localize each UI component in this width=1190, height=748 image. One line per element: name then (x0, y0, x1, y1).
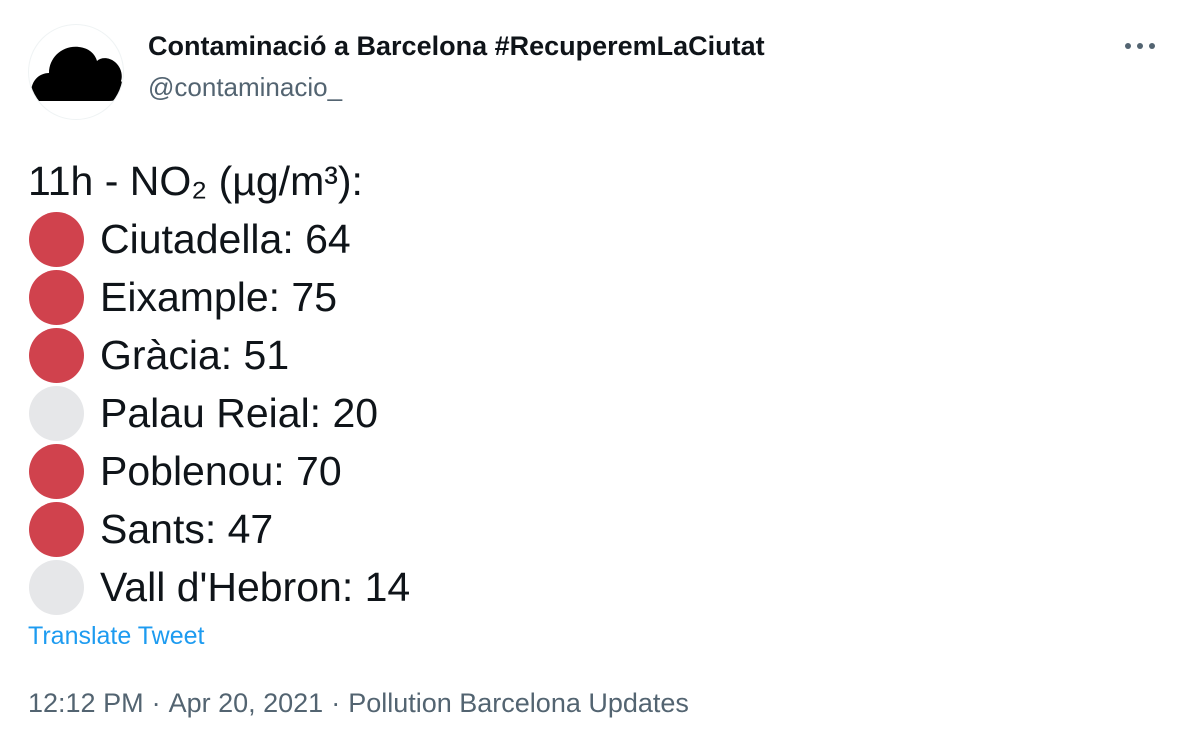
more-horizontal-icon (1125, 43, 1155, 49)
red-circle-icon (29, 211, 84, 267)
station-label: Ciutadella: 64 (100, 216, 351, 262)
black-cloud-icon (31, 46, 123, 101)
white-circle-icon (29, 559, 84, 615)
tweet: Contaminació a Barcelona #RecuperemLaCiu… (0, 0, 1190, 748)
station-label: Palau Reial: 20 (100, 390, 379, 436)
tweet-source-link[interactable]: Pollution Barcelona Updates (348, 688, 689, 718)
red-circle-icon (29, 327, 84, 383)
station-row: Eixample: 75 (28, 268, 410, 326)
tweet-timestamp-date[interactable]: Apr 20, 2021 (169, 688, 324, 718)
white-circle-icon (29, 385, 84, 441)
meta-separator: · (331, 688, 341, 718)
author-display-name[interactable]: Contaminació a Barcelona #RecuperemLaCiu… (148, 31, 765, 62)
station-label: Gràcia: 51 (100, 332, 290, 378)
tweet-heading: 11h - NO₂ (µg/m³): (28, 158, 363, 204)
station-row: Ciutadella: 64 (28, 210, 410, 268)
station-label: Vall d'Hebron: 14 (100, 564, 411, 610)
station-label: Sants: 47 (100, 506, 274, 552)
station-row: Gràcia: 51 (28, 326, 410, 384)
station-row: Sants: 47 (28, 500, 410, 558)
red-circle-icon (29, 269, 84, 325)
station-label: Poblenou: 70 (100, 448, 342, 494)
tweet-metadata: 12:12 PM · Apr 20, 2021 · Pollution Barcelon… (28, 688, 689, 719)
tweet-text: 11h - NO₂ (µg/m³): Ciutadella: 64 Eixamp… (28, 152, 410, 616)
station-label: Eixample: 75 (100, 274, 338, 320)
red-circle-icon (29, 501, 84, 557)
station-row: Palau Reial: 20 (28, 384, 410, 442)
red-circle-icon (29, 443, 84, 499)
more-options-button[interactable] (1118, 28, 1162, 64)
station-row: Poblenou: 70 (28, 442, 410, 500)
author-handle[interactable]: @contaminacio_ (148, 72, 342, 103)
meta-separator: · (151, 688, 161, 718)
avatar[interactable] (28, 24, 124, 120)
station-row: Vall d'Hebron: 14 (28, 558, 410, 616)
tweet-timestamp-time[interactable]: 12:12 PM (28, 688, 144, 718)
translate-tweet-link[interactable]: Translate Tweet (28, 622, 204, 651)
